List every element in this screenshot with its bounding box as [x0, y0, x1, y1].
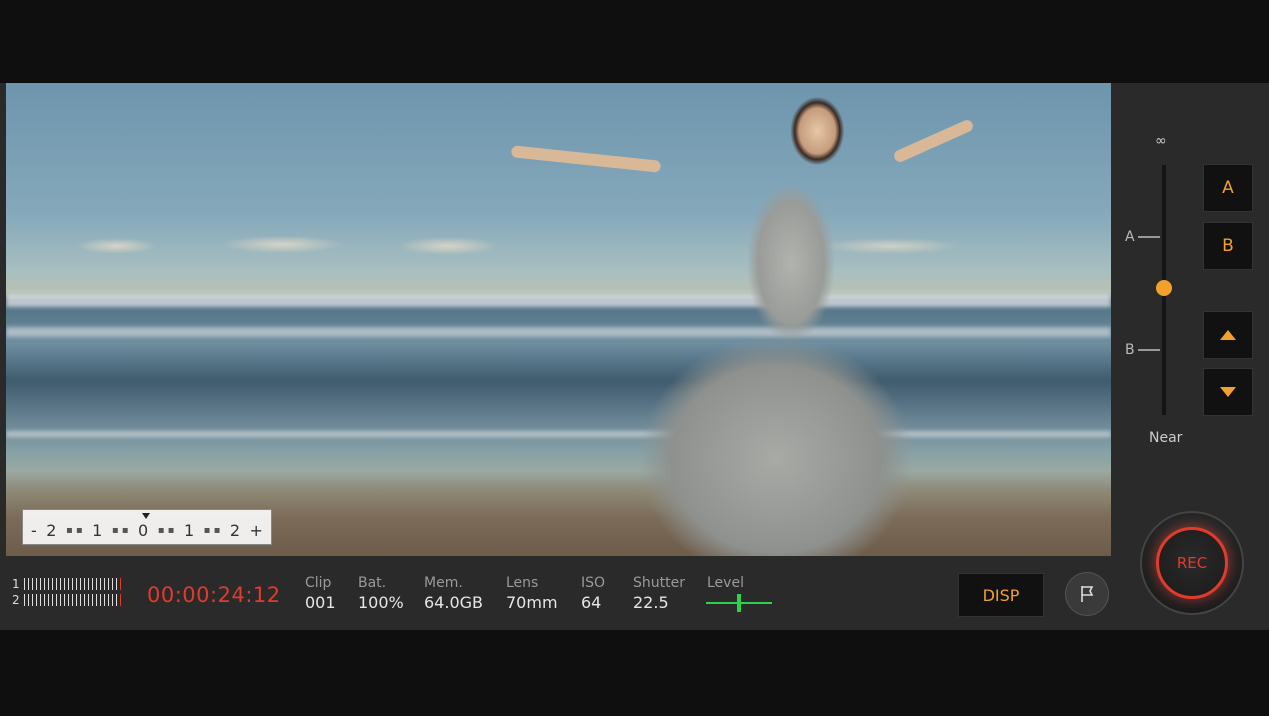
status-iso: ISO 64 — [581, 575, 605, 612]
level-indicator-mark — [737, 594, 741, 612]
exposure-label-minus1: 1 — [92, 521, 103, 540]
status-lens-value: 70mm — [506, 593, 558, 612]
triangle-up-icon — [1220, 330, 1236, 340]
exposure-marker — [142, 513, 150, 519]
exposure-label-plus1: 1 — [183, 521, 195, 540]
flag-icon — [1081, 586, 1094, 602]
exposure-scale: - 2 ▪ ▪ 1 ▪ ▪ 0 ▪ ▪ 1 ▪ ▪ 2 + — [22, 509, 272, 545]
status-clip-value: 001 — [305, 593, 336, 612]
focus-slider-knob[interactable] — [1156, 280, 1172, 296]
status-battery: Bat. 100% — [358, 575, 404, 612]
status-battery-label: Bat. — [358, 575, 387, 591]
status-lens: Lens 70mm — [506, 575, 558, 612]
status-clip-label: Clip — [305, 575, 332, 591]
focus-b-button[interactable]: B — [1203, 222, 1253, 270]
viewfinder[interactable]: - 2 ▪ ▪ 1 ▪ ▪ 0 ▪ ▪ 1 ▪ ▪ 2 + — [6, 83, 1111, 556]
disp-button[interactable]: DISP — [958, 573, 1044, 617]
camera-app: - 2 ▪ ▪ 1 ▪ ▪ 0 ▪ ▪ 1 ▪ ▪ 2 + ∞ A B Near… — [0, 83, 1269, 630]
flag-button[interactable] — [1065, 572, 1109, 616]
subject-body — [736, 153, 846, 353]
status-memory-label: Mem. — [424, 575, 463, 591]
focus-mark-a: A — [1125, 229, 1135, 245]
record-button-label: REC — [1156, 527, 1228, 599]
level-label: Level — [707, 575, 744, 591]
status-memory: Mem. 64.0GB — [424, 575, 483, 612]
record-button[interactable]: REC — [1140, 511, 1244, 615]
focus-tick-a — [1138, 236, 1160, 238]
status-shutter: Shutter 22.5 — [633, 575, 685, 612]
audio-meter: 1 2 — [12, 576, 121, 608]
status-iso-value: 64 — [581, 593, 602, 612]
status-shutter-label: Shutter — [633, 575, 685, 591]
status-memory-value: 64.0GB — [424, 593, 483, 612]
focus-near-label: Near — [1149, 430, 1183, 446]
status-battery-value: 100% — [358, 593, 404, 612]
exposure-label-zero: 0 — [138, 521, 149, 540]
status-lens-label: Lens — [506, 575, 539, 591]
audio-channel-1-label: 1 — [12, 577, 20, 591]
triangle-down-icon — [1220, 387, 1236, 397]
subject-arm — [892, 118, 975, 164]
exposure-label-minus: - — [31, 521, 37, 540]
focus-tick-b — [1138, 349, 1160, 351]
focus-down-button[interactable] — [1203, 368, 1253, 416]
exposure-label-plus2: 2 — [229, 521, 241, 540]
focus-mark-b: B — [1125, 342, 1135, 358]
timecode: 00:00:24:12 — [147, 583, 281, 607]
focus-up-button[interactable] — [1203, 311, 1253, 359]
exposure-label-plus: + — [249, 521, 263, 540]
audio-channel-2-bars — [24, 594, 121, 606]
audio-channel-2-label: 2 — [12, 593, 20, 607]
exposure-label-minus2: 2 — [46, 521, 57, 540]
status-clip: Clip 001 — [305, 575, 336, 612]
subject-arm — [510, 145, 662, 173]
focus-infinity-label: ∞ — [1155, 133, 1167, 149]
status-shutter-value: 22.5 — [633, 593, 669, 612]
status-iso-label: ISO — [581, 575, 606, 591]
focus-a-button[interactable]: A — [1203, 164, 1253, 212]
audio-channel-1-bars — [24, 578, 121, 590]
subject-head — [781, 87, 847, 167]
